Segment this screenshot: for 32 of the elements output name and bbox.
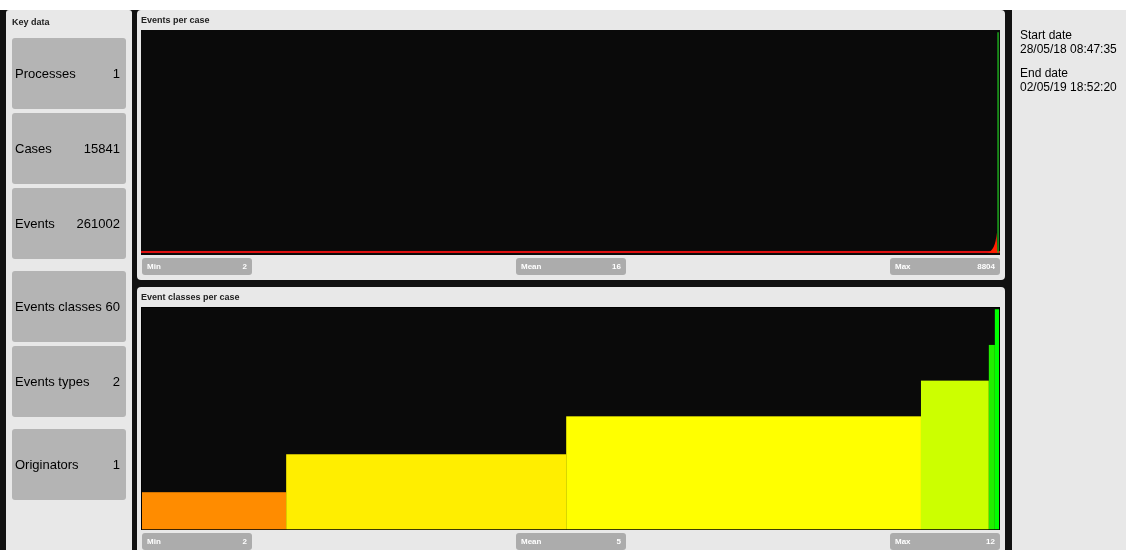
stat-value: 16	[612, 260, 621, 273]
panel-title: Events per case	[141, 14, 211, 27]
tile-value: 1	[112, 64, 120, 83]
tile-value: 2	[112, 372, 120, 391]
stat-value: 2	[242, 260, 247, 273]
tile-label: Events classes	[15, 297, 102, 316]
tile-label: Events	[15, 214, 55, 233]
stat-label: Mean	[521, 535, 542, 548]
tile-value: 1	[112, 455, 120, 474]
panel-title: Key data	[12, 16, 51, 29]
date-value: 28/05/18 08:47:35	[1020, 42, 1118, 56]
tile-value: 60	[105, 297, 120, 316]
stat-label: Mean	[521, 260, 542, 273]
tile-label: Cases	[15, 139, 52, 158]
stat-label: Max	[895, 535, 911, 548]
tile-label: Events types	[15, 372, 90, 391]
date-value: 02/05/19 18:52:20	[1020, 80, 1118, 94]
stat-value: 2	[242, 535, 247, 548]
tile-value: 261002	[76, 214, 120, 233]
date-label: End date	[1020, 66, 1070, 80]
tile-label: Processes	[15, 64, 76, 83]
panel-title: Event classes per case	[141, 291, 241, 304]
stat-value: 5	[616, 535, 621, 548]
stat-label: Max	[895, 260, 911, 273]
stat-label: Min	[147, 260, 161, 273]
histogram-area	[987, 232, 998, 253]
stat-value: 12	[986, 535, 995, 548]
date-label: Start date	[1020, 28, 1074, 42]
tile-label: Originators	[15, 455, 79, 474]
stat-value: 8804	[977, 260, 995, 273]
tile-value: 15841	[83, 139, 120, 158]
stat-label: Min	[147, 535, 161, 548]
